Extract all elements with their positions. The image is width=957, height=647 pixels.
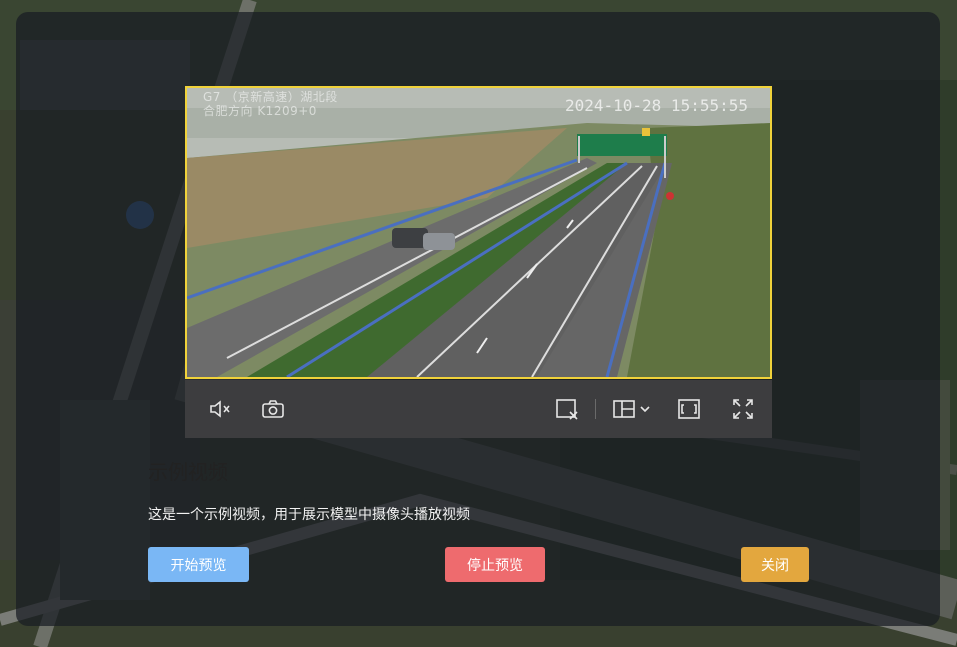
close-button[interactable]: 关闭 bbox=[741, 547, 809, 582]
video-player: G7 （京新高速）湖北段 合肥方向 K1209+0 2024-10-28 15:… bbox=[185, 86, 772, 438]
dialog-description: 这是一个示例视频，用于展示模型中摄像头播放视频 bbox=[148, 507, 470, 523]
layout-grid-icon[interactable] bbox=[611, 396, 657, 422]
video-osd-timestamp: 2024-10-28 15:55:55 bbox=[564, 96, 748, 115]
osd-line-2: 合肥方向 K1209+0 bbox=[203, 104, 317, 118]
stop-preview-button[interactable]: 停止预览 bbox=[445, 547, 545, 582]
video-osd-location: G7 （京新高速）湖北段 合肥方向 K1209+0 bbox=[203, 90, 338, 118]
player-control-bar bbox=[185, 380, 772, 438]
camera-video-frame[interactable]: G7 （京新高速）湖北段 合肥方向 K1209+0 2024-10-28 15:… bbox=[185, 86, 772, 379]
highway-scene bbox=[187, 88, 770, 377]
osd-line-1: G7 （京新高速）湖北段 bbox=[203, 90, 338, 104]
stop-frame-icon[interactable] bbox=[554, 396, 580, 422]
control-separator bbox=[595, 399, 596, 419]
start-preview-button[interactable]: 开始预览 bbox=[148, 547, 249, 582]
camera-icon[interactable] bbox=[260, 396, 286, 422]
fullscreen-icon[interactable] bbox=[730, 396, 756, 422]
fit-window-icon[interactable] bbox=[676, 396, 702, 422]
dialog-title: 示例视频 bbox=[148, 460, 228, 484]
volume-muted-icon[interactable] bbox=[207, 396, 233, 422]
